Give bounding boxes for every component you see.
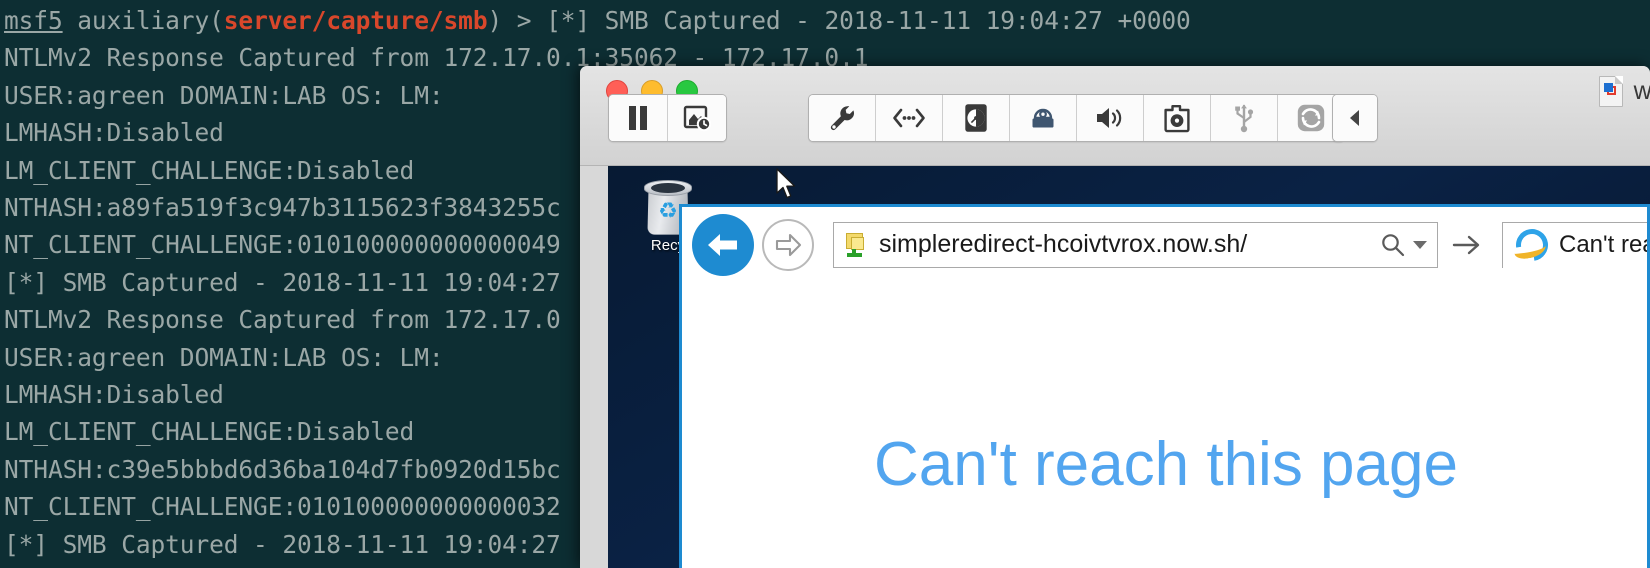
collapse-toolbar-button[interactable] xyxy=(1333,95,1377,141)
terminal-prompt-text: auxiliary( xyxy=(62,6,224,35)
usb-icon xyxy=(1235,104,1254,133)
snapshot-clock-icon xyxy=(683,105,711,132)
chevron-down-icon[interactable] xyxy=(1413,240,1427,249)
go-button[interactable] xyxy=(1441,222,1493,268)
terminal-prompt-module: server/capture/smb xyxy=(223,6,488,35)
harddisk-button[interactable] xyxy=(943,95,1009,141)
speaker-icon xyxy=(1097,108,1122,128)
address-bar-actions xyxy=(1380,232,1431,258)
sound-button[interactable] xyxy=(1077,95,1143,141)
network-button[interactable] xyxy=(876,95,942,141)
hard-disk-icon xyxy=(965,104,987,132)
settings-button[interactable] xyxy=(809,95,875,141)
page-error-heading: Can't reach this page xyxy=(874,430,1458,499)
search-icon[interactable] xyxy=(1380,232,1406,258)
printer-icon xyxy=(1032,108,1054,128)
sync-icon xyxy=(1297,104,1325,132)
usb-button[interactable] xyxy=(1211,95,1277,141)
vmware-fusion-window[interactable]: ws03w xyxy=(580,66,1650,568)
chevron-left-icon xyxy=(1350,110,1359,126)
browser-tab-label: Can't reach th xyxy=(1559,231,1647,258)
terminal-prompt-tail: ) > [*] SMB Captured - 2018-11-11 19:04:… xyxy=(487,6,1191,35)
folder-certificate-icon xyxy=(844,232,866,257)
address-bar[interactable]: simpleredirect-hcoivtvrox.now.sh/ xyxy=(833,221,1438,268)
vm-guest-display[interactable]: ♻ Recy simpleredirect-hcoivtvrox.now.sh/… xyxy=(608,166,1650,568)
address-input[interactable]: simpleredirect-hcoivtvrox.now.sh/ xyxy=(879,230,1380,259)
browser-tab[interactable]: Can't reach th xyxy=(1502,221,1647,268)
forward-icon xyxy=(775,233,802,256)
terminal-prompt-line: msf5 auxiliary(server/capture/smb) > [*]… xyxy=(4,2,1650,39)
window-title-area: ws03w xyxy=(1598,76,1650,107)
browser-page-content: Can't reach this page xyxy=(682,282,1647,568)
back-button[interactable] xyxy=(692,213,754,276)
camera-icon xyxy=(1164,105,1190,133)
printer-button[interactable] xyxy=(1010,95,1076,141)
vm-power-toolbar-group xyxy=(608,94,727,142)
pause-button[interactable] xyxy=(609,95,667,141)
pause-icon xyxy=(628,106,648,130)
collapse-toolbar-group xyxy=(1332,94,1378,142)
internet-explorer-icon xyxy=(1509,222,1555,268)
window-title: ws03w xyxy=(1633,77,1650,105)
screen: msf5 auxiliary(server/capture/smb) > [*]… xyxy=(0,0,1650,568)
internet-explorer-window[interactable]: simpleredirect-hcoivtvrox.now.sh/ Can't … xyxy=(679,204,1650,568)
vm-document-icon xyxy=(1598,76,1623,107)
browser-navigation-bar: simpleredirect-hcoivtvrox.now.sh/ Can't … xyxy=(682,207,1647,282)
forward-button[interactable] xyxy=(762,218,814,271)
snapshot-button[interactable] xyxy=(668,95,726,141)
network-icon xyxy=(893,108,925,128)
vmware-titlebar[interactable]: ws03w xyxy=(580,66,1650,166)
wrench-icon xyxy=(830,106,854,131)
back-icon xyxy=(708,233,737,256)
terminal-prompt-host: msf5 xyxy=(4,6,63,35)
go-arrow-icon xyxy=(1452,235,1480,254)
camera-button[interactable] xyxy=(1144,95,1210,141)
vm-device-toolbar-group xyxy=(808,94,1345,142)
